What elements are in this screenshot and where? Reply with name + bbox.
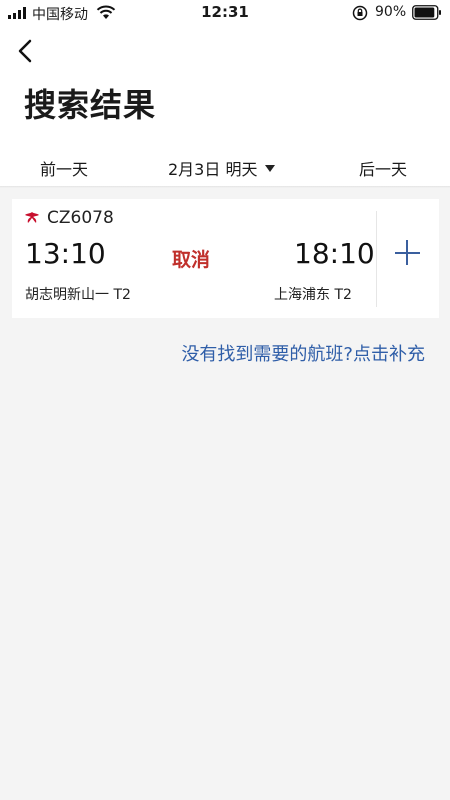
next-day-button[interactable]: 后一天: [359, 156, 407, 180]
header-area: 中国移动 12:31 90% 搜索结果 前一天 2月3日 明天 后一天: [0, 0, 450, 188]
add-flight-button[interactable]: [390, 235, 426, 271]
header-divider: [0, 186, 450, 188]
previous-day-button[interactable]: 前一天: [40, 156, 88, 180]
departure-time: 13:10: [25, 237, 106, 270]
back-arrow-icon: [18, 39, 32, 63]
flight-card[interactable]: CZ6078 13:10 取消 18:10 胡志明新山一 T2 上海浦东 T2: [12, 199, 439, 318]
orientation-lock-icon: [352, 5, 368, 21]
card-divider: [376, 211, 377, 307]
arrival-time: 18:10: [294, 237, 375, 270]
back-button[interactable]: [12, 36, 42, 66]
departure-airport: 胡志明新山一 T2: [25, 287, 131, 303]
dropdown-caret-icon: [265, 165, 276, 172]
date-selector-bar: 前一天 2月3日 明天 后一天: [0, 150, 450, 182]
page-title: 搜索结果: [24, 86, 157, 124]
status-bar: 中国移动 12:31 90%: [0, 0, 450, 26]
airline-logo-icon: [25, 212, 39, 223]
supplement-flight-link[interactable]: 没有找到需要的航班?点击补充: [181, 340, 425, 366]
battery-icon: [412, 5, 441, 20]
battery-percentage: 90%: [375, 4, 407, 20]
arrival-airport: 上海浦东 T2: [274, 287, 352, 303]
flight-status: 取消: [172, 249, 211, 271]
current-date-label: 2月3日 明天: [168, 160, 258, 179]
current-date-dropdown[interactable]: 2月3日 明天: [168, 156, 276, 180]
flight-number: CZ6078: [47, 208, 114, 228]
